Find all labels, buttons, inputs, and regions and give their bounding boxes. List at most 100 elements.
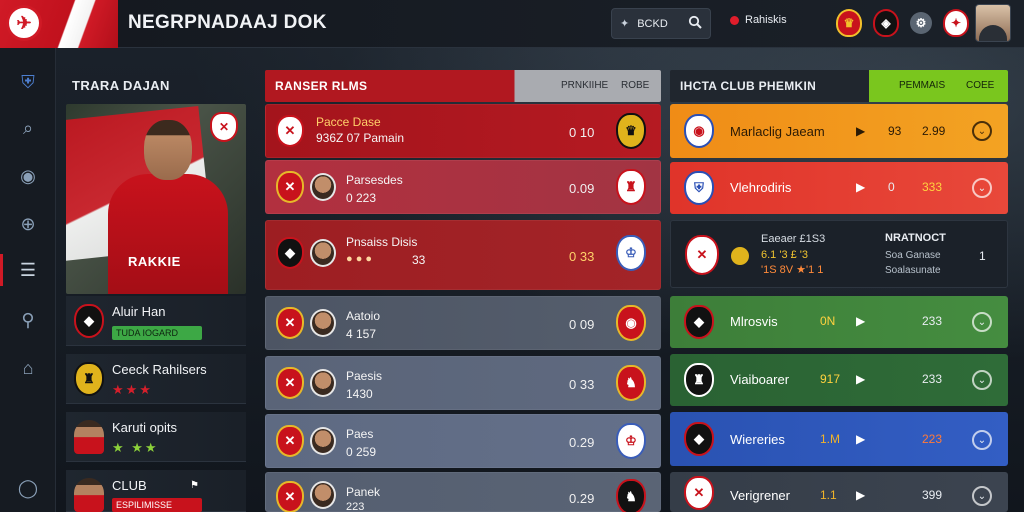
search-label: BCKD <box>637 17 668 30</box>
search-icon[interactable] <box>688 15 702 32</box>
player-name: Ceeck Rahilsers <box>112 362 207 377</box>
club-crest-icon: ◉ <box>684 114 714 148</box>
club-detail-card[interactable]: ✕ Eaeaer £1S3 6.1 '3 £ '3 '1S 8V ★'1 1 N… <box>670 220 1008 288</box>
live-indicator[interactable]: Rahiskis <box>730 14 787 26</box>
shield-icon[interactable]: ⛨ <box>14 68 42 96</box>
chevron-down-icon[interactable]: ⌄ <box>972 486 992 506</box>
row-name: Paes <box>346 427 374 441</box>
ranking-row[interactable]: ✕ Paesis 1430 0 33 ♞ <box>265 356 661 410</box>
trend-arrow-icon: ▶ <box>856 180 866 194</box>
settings-icon[interactable]: ⚙ <box>910 12 932 34</box>
player-avatar <box>310 173 336 201</box>
club-crest-icon: ♜ <box>616 169 646 205</box>
player-list-item[interactable]: CLUB ESPILIMISSE ⚑ <box>66 470 246 512</box>
left-panel-title: TRARA DAJAN <box>72 78 170 93</box>
club-crest-icon: ◆ <box>276 237 304 269</box>
detail-line: Eaeaer £1S3 <box>761 233 826 245</box>
detail-sub: Soa Ganase <box>885 250 941 261</box>
column-header[interactable]: PRNKIIHE <box>561 80 608 91</box>
ranking-row[interactable]: ✕ Pacce Dase 936Z 07 Pamain 0 10 ♛ <box>265 104 661 158</box>
profile-icon[interactable]: ◯ <box>14 474 42 502</box>
club-crest-icon: ◆ <box>684 422 714 456</box>
player-head <box>144 120 192 180</box>
ranking-row[interactable]: ✕ Panek 223 0.29 ♞ <box>265 472 661 512</box>
live-label: Rahiskis <box>745 14 787 26</box>
ranking-row[interactable]: ✕ Aatoio 4 157 0 09 ◉ <box>265 296 661 350</box>
top-icon-group: ♛ ◈ ⚙ ✦ <box>836 9 969 37</box>
club-stat: 399 <box>922 488 943 502</box>
row-name: Panek <box>346 485 381 499</box>
row-sub: 1430 <box>346 387 373 401</box>
chevron-down-icon[interactable]: ⌄ <box>972 430 992 450</box>
tactics-icon[interactable]: ⚲ <box>14 306 42 334</box>
club-crest-icon: ✕ <box>684 476 714 510</box>
sidebar: ⛨ ⌕ ◉ ⊕ ☰ ⚲ ⌂ ◯ <box>0 48 56 512</box>
detail-heading: NRATNOCT <box>885 232 946 244</box>
club-stat: 1.M <box>820 432 841 446</box>
club-row[interactable]: ◉ Marlaclig Jaeam ▶ 93 2.99 ⌄ <box>670 104 1008 158</box>
player-tag: ESPILIMISSE <box>112 498 202 512</box>
chevron-down-icon[interactable]: ⌄ <box>972 178 992 198</box>
ranking-row[interactable]: ✕ Parsesdes 0 223 0.09 ♜ <box>265 160 661 214</box>
trend-arrow-icon: ▶ <box>856 372 866 386</box>
row-value: 0 33 <box>569 377 595 392</box>
club-row[interactable]: ✕ Verigrener ▶ 1.1 399 ⌄ <box>670 472 1008 512</box>
featured-player-card[interactable]: RAKKIE ✕ <box>66 104 246 294</box>
row-name: Pnsaiss Disis <box>346 235 418 249</box>
search-icon[interactable]: ⌕ <box>14 114 42 142</box>
club-crest-icon[interactable]: ✦ <box>943 9 969 37</box>
club-row[interactable]: ◆ Wiereries ▶ 1.M 223 ⌄ <box>670 412 1008 466</box>
ranking-row[interactable]: ✕ Paes 0 259 0.29 ♔ <box>265 414 661 468</box>
club-crest-icon: ✕ <box>276 307 304 339</box>
club-stat: 0 <box>888 180 895 194</box>
player-avatar <box>310 239 336 267</box>
club-crest-icon: ♔ <box>616 235 646 271</box>
list-icon[interactable]: ☰ <box>14 256 42 284</box>
star-rating: ★ ★★ <box>112 440 159 455</box>
ranking-row[interactable]: ◆ Pnsaiss Disis ● ● ● 33 0 33 ♔ <box>265 220 661 290</box>
club-crest-icon: ♞ <box>616 365 646 401</box>
club-stat: 223 <box>922 432 943 446</box>
club-crest-icon: ♜ <box>74 362 104 396</box>
player-thumbnail <box>74 420 104 454</box>
column-header[interactable]: PEMMAIS <box>899 80 945 91</box>
row-sub: 936Z 07 Pamain <box>316 131 405 145</box>
club-row[interactable]: ♜ Viaiboarer ▶ 917 233 ⌄ <box>670 354 1008 406</box>
row-sub: 0 223 <box>346 191 377 205</box>
player-jersey <box>108 174 228 294</box>
search-box[interactable]: ✦ BCKD <box>611 8 711 39</box>
club-stat: 233 <box>922 372 943 386</box>
club-crest-icon[interactable]: ◈ <box>873 9 899 37</box>
player-name: Karuti opits <box>112 420 178 435</box>
player-avatar <box>310 481 336 509</box>
globe-icon[interactable]: ⊕ <box>14 210 42 238</box>
chevron-down-icon[interactable]: ⌄ <box>972 370 992 390</box>
app-title: NEGRPNADAAJ DOK <box>128 12 327 33</box>
club-crest-icon: ✕ <box>685 235 719 275</box>
column-header[interactable]: ROBE <box>621 80 649 91</box>
coin-icon <box>731 247 749 265</box>
column-header[interactable]: COEE <box>966 80 994 91</box>
chevron-down-icon[interactable]: ⌄ <box>972 121 992 141</box>
brand-logo-icon[interactable]: ✈ <box>6 5 42 41</box>
stadium-icon[interactable]: ⌂ <box>14 354 42 382</box>
row-value: 0.29 <box>569 491 595 506</box>
player-list-item[interactable]: Karuti opits ★ ★★ <box>66 412 246 462</box>
club-crest-icon: ✕ <box>276 115 304 147</box>
chevron-down-icon[interactable]: ⌄ <box>972 312 992 332</box>
club-crest-icon: ◆ <box>684 305 714 339</box>
club-crest-icon[interactable]: ♛ <box>836 9 862 37</box>
row-sub: 223 <box>346 501 365 512</box>
club-row[interactable]: ◆ Mlrosvis ▶ 0N 233 ⌄ <box>670 296 1008 348</box>
club-stat: 917 <box>820 372 841 386</box>
row-sub: 33 <box>412 253 426 267</box>
club-crest-icon: ✕ <box>276 481 304 512</box>
right-panel-title: IHCTA CLUB PHEMKIN <box>680 79 817 93</box>
notification-icon[interactable]: ◉ <box>14 162 42 190</box>
player-list-item[interactable]: ◆ Aluir Han TUDA IOGARD <box>66 296 246 346</box>
player-list-item[interactable]: ♜ Ceeck Rahilsers ★★★ <box>66 354 246 404</box>
user-avatar[interactable] <box>975 4 1011 42</box>
club-row[interactable]: ⛨ Vlehrodiris ▶ 0 333 ⌄ <box>670 162 1008 214</box>
club-crest-icon: ⛨ <box>684 171 714 205</box>
row-name: Parsesdes <box>346 173 403 187</box>
